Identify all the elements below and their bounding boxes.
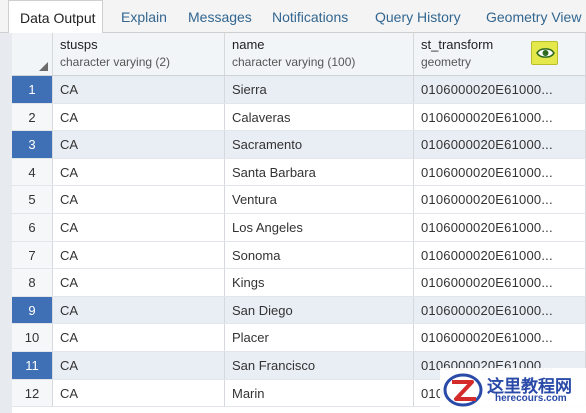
cell-stusps[interactable]: CA bbox=[53, 76, 225, 103]
cell-stusps[interactable]: CA bbox=[53, 379, 225, 407]
table-row[interactable]: 6 CA Los Angeles 0106000020E61000... bbox=[12, 213, 586, 242]
tab-data-output[interactable]: Data Output bbox=[8, 0, 103, 34]
cell-name[interactable]: Calaveras bbox=[225, 103, 414, 131]
view-geometry-button[interactable] bbox=[531, 41, 558, 65]
cell-name[interactable]: San Diego bbox=[225, 296, 414, 324]
column-type: character varying (2) bbox=[60, 55, 171, 69]
column-header-stusps[interactable]: stusps character varying (2) bbox=[53, 33, 225, 76]
row-number[interactable]: 11 bbox=[12, 351, 53, 379]
row-number[interactable]: 7 bbox=[12, 241, 53, 269]
table-row[interactable]: 5 CA Ventura 0106000020E61000... bbox=[12, 186, 586, 214]
eye-icon bbox=[536, 48, 555, 58]
column-type: character varying (100) bbox=[232, 55, 356, 69]
column-name: st_transform bbox=[421, 37, 494, 52]
row-number[interactable]: 3 bbox=[12, 131, 53, 158]
row-number[interactable]: 12 bbox=[12, 379, 53, 407]
cell-name[interactable]: Los Angeles bbox=[225, 213, 414, 241]
row-number[interactable]: 5 bbox=[12, 186, 53, 213]
table-row[interactable]: 4 CA Santa Barbara 0106000020E61000... bbox=[12, 158, 586, 187]
cell-st-transform[interactable]: 0106000020E61000... bbox=[414, 324, 586, 351]
table-row[interactable]: 10 CA Placer 0106000020E61000... bbox=[12, 324, 586, 352]
tab-notifications[interactable]: Notifications bbox=[272, 0, 348, 33]
tab-messages[interactable]: Messages bbox=[188, 0, 252, 33]
cell-stusps[interactable]: CA bbox=[53, 269, 225, 296]
cell-st-transform[interactable]: 0106000020E61000... bbox=[414, 186, 586, 213]
row-number[interactable]: 2 bbox=[12, 103, 53, 131]
cell-st-transform[interactable]: 0106000020E61000... bbox=[414, 131, 586, 158]
watermark: 这里教程网 herecours.com bbox=[440, 368, 586, 413]
table-row[interactable]: 7 CA Sonoma 0106000020E61000... bbox=[12, 241, 586, 270]
table-row[interactable]: 3 CA Sacramento 0106000020E61000... bbox=[12, 131, 586, 159]
cell-name[interactable]: Sonoma bbox=[225, 241, 414, 269]
grid-rows: 1 CA Sierra 0106000020E61000... 2 CA Calaveras… bbox=[12, 76, 586, 408]
table-row[interactable]: 9 CA San Diego 0106000020E61000... bbox=[12, 296, 586, 325]
cell-name[interactable]: Sierra bbox=[225, 76, 414, 103]
results-tabbar: Data Output Explain Messages Notificatio… bbox=[0, 0, 586, 34]
cell-stusps[interactable]: CA bbox=[53, 131, 225, 158]
tab-query-history[interactable]: Query History bbox=[375, 0, 461, 33]
row-number[interactable]: 1 bbox=[12, 76, 53, 103]
cell-stusps[interactable]: CA bbox=[53, 296, 225, 324]
select-all-corner[interactable] bbox=[12, 33, 53, 76]
cell-stusps[interactable]: CA bbox=[53, 324, 225, 351]
cell-name[interactable]: Santa Barbara bbox=[225, 158, 414, 186]
row-number[interactable]: 9 bbox=[12, 296, 53, 324]
cell-st-transform[interactable]: 0106000020E61000... bbox=[414, 103, 586, 131]
cell-name[interactable]: Kings bbox=[225, 269, 414, 296]
column-name: name bbox=[232, 37, 265, 52]
row-number[interactable]: 10 bbox=[12, 324, 53, 351]
cell-name[interactable]: Sacramento bbox=[225, 131, 414, 158]
tab-explain[interactable]: Explain bbox=[121, 0, 167, 33]
table-row[interactable]: 2 CA Calaveras 0106000020E61000... bbox=[12, 103, 586, 132]
cell-st-transform[interactable]: 0106000020E61000... bbox=[414, 296, 586, 324]
cell-st-transform[interactable]: 0106000020E61000... bbox=[414, 213, 586, 241]
column-name: stusps bbox=[60, 37, 98, 52]
cell-stusps[interactable]: CA bbox=[53, 103, 225, 131]
cell-stusps[interactable]: CA bbox=[53, 213, 225, 241]
cell-stusps[interactable]: CA bbox=[53, 186, 225, 213]
cell-stusps[interactable]: CA bbox=[53, 351, 225, 379]
table-row[interactable]: 1 CA Sierra 0106000020E61000... bbox=[12, 76, 586, 104]
cell-name[interactable]: Marin bbox=[225, 379, 414, 407]
cell-st-transform[interactable]: 0106000020E61000... bbox=[414, 269, 586, 296]
cell-name[interactable]: Placer bbox=[225, 324, 414, 351]
cell-name[interactable]: Ventura bbox=[225, 186, 414, 213]
grid-left-gutter bbox=[0, 33, 12, 413]
table-row[interactable]: 8 CA Kings 0106000020E61000... bbox=[12, 269, 586, 297]
row-number[interactable]: 8 bbox=[12, 269, 53, 296]
row-number[interactable]: 6 bbox=[12, 213, 53, 241]
data-output-grid: stusps character varying (2) name charac… bbox=[0, 33, 586, 413]
cell-st-transform[interactable]: 0106000020E61000... bbox=[414, 76, 586, 103]
sort-triangle-icon bbox=[39, 62, 48, 71]
column-header-st-transform[interactable]: st_transform geometry bbox=[414, 33, 586, 76]
watermark-logo bbox=[443, 373, 483, 407]
cell-name[interactable]: San Francisco bbox=[225, 351, 414, 379]
cell-st-transform[interactable]: 0106000020E61000... bbox=[414, 158, 586, 186]
column-header-name[interactable]: name character varying (100) bbox=[225, 33, 414, 76]
cell-st-transform[interactable]: 0106000020E61000... bbox=[414, 241, 586, 269]
row-number[interactable]: 4 bbox=[12, 158, 53, 186]
column-type: geometry bbox=[421, 55, 472, 69]
cell-stusps[interactable]: CA bbox=[53, 158, 225, 186]
tab-geometry-view[interactable]: Geometry View bbox=[486, 0, 581, 33]
cell-stusps[interactable]: CA bbox=[53, 241, 225, 269]
watermark-url: herecours.com bbox=[495, 393, 567, 404]
